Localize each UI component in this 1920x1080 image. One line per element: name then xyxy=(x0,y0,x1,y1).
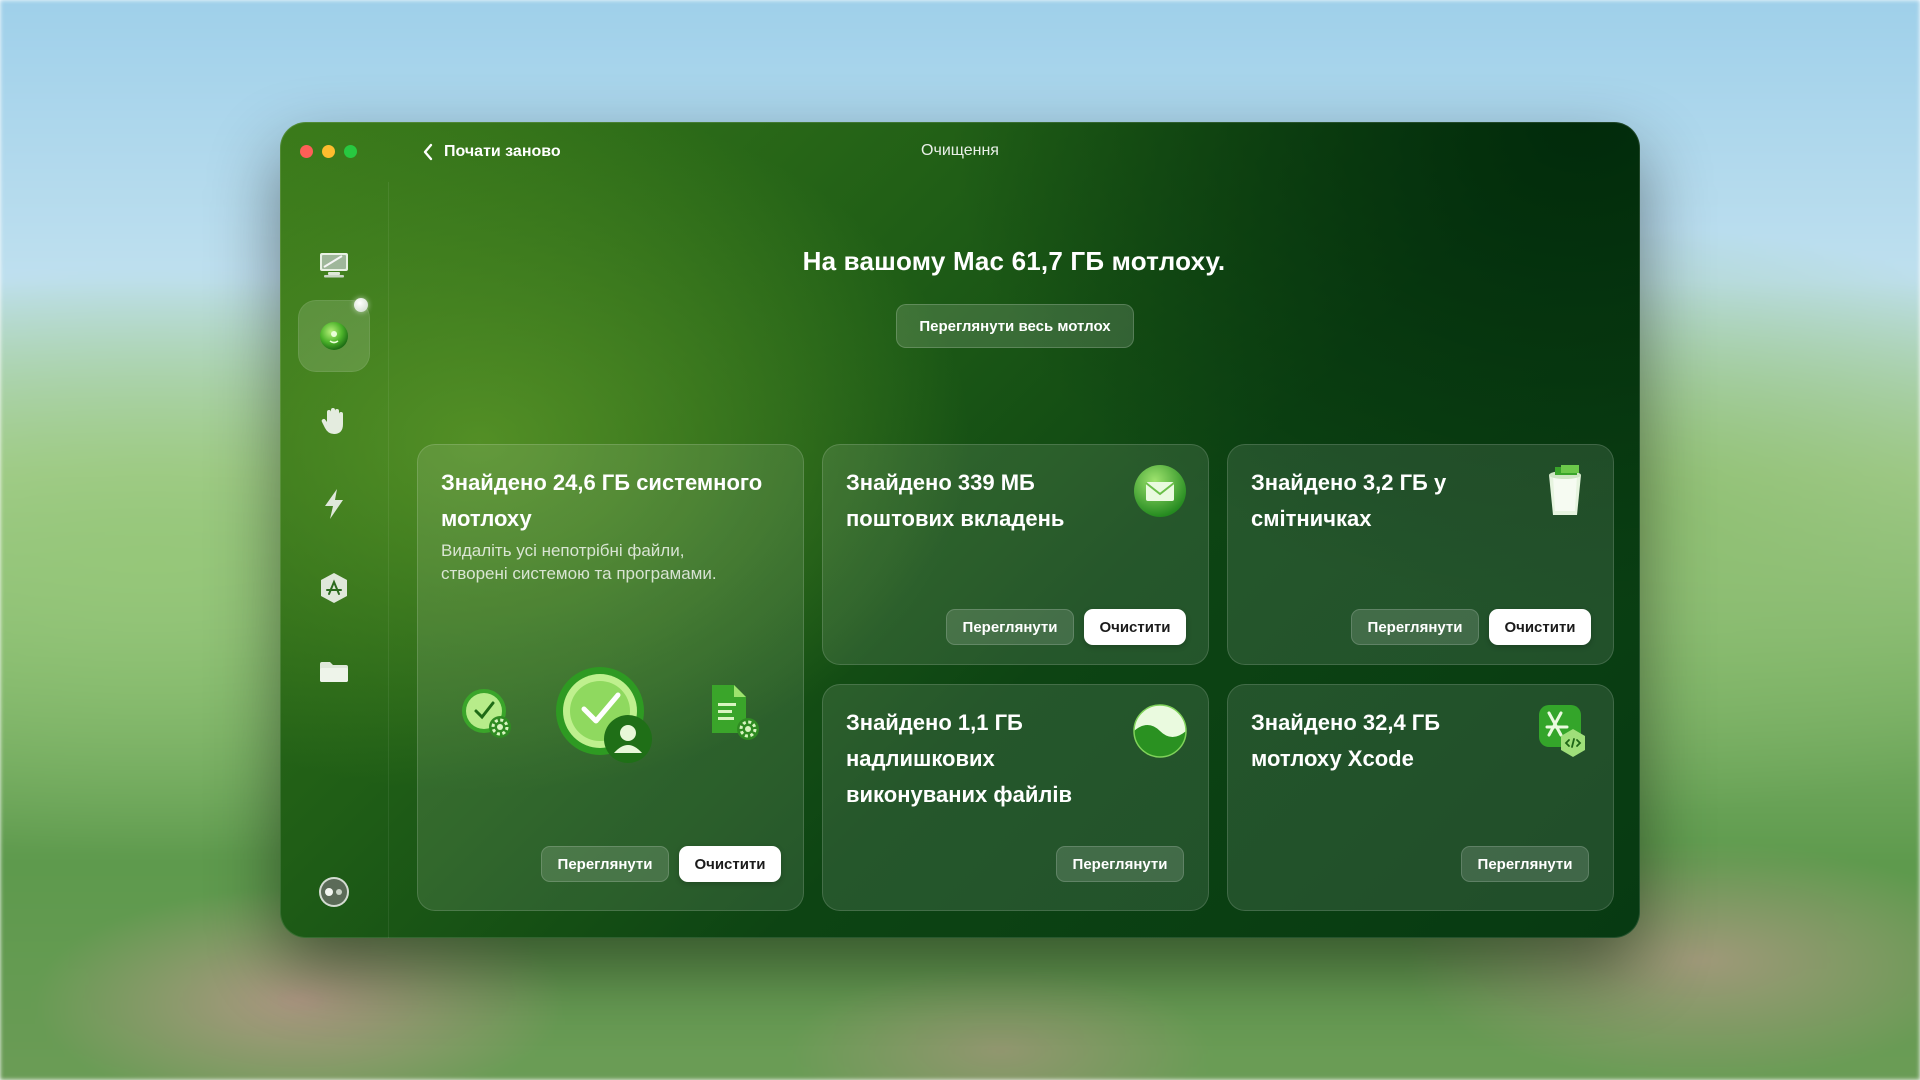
folder-icon xyxy=(320,662,348,682)
sidebar-item-performance[interactable] xyxy=(298,468,370,540)
review-all-junk-button[interactable]: Переглянути весь мотлох xyxy=(896,304,1134,348)
card-title: Знайдено 339 МБ поштових вкладень xyxy=(846,465,1064,537)
document-gear-icon xyxy=(712,685,759,740)
card-title: Знайдено 24,6 ГБ системного мотлоху xyxy=(441,465,762,537)
lightning-icon xyxy=(325,489,343,519)
hand-icon xyxy=(321,408,343,434)
card-title-line: Знайдено 32,4 ГБ xyxy=(1251,710,1441,735)
card-title-line: Знайдено 339 МБ xyxy=(846,470,1035,495)
card-title-line: мотлоху xyxy=(441,506,532,531)
card-description: Видаліть усі непотрібні файли, створені … xyxy=(441,539,717,585)
green-orb-icon xyxy=(320,322,348,350)
card-universal-binaries: Знайдено 1,1 ГБ надлишкових виконуваних … xyxy=(822,684,1209,911)
card-title-line: мотлоху Xcode xyxy=(1251,746,1414,771)
active-indicator-dot xyxy=(354,298,368,312)
card-title-line: Знайдено 24,6 ГБ системного xyxy=(441,470,763,495)
title-bar: Почати заново Очищення xyxy=(280,122,1640,182)
app-store-icon xyxy=(321,573,347,603)
card-title-line: надлишкових xyxy=(846,746,995,771)
clean-trash-bins-button[interactable]: Очистити xyxy=(1489,609,1591,645)
assistant-dots-icon xyxy=(319,877,349,907)
clock-user-icon xyxy=(556,667,652,763)
card-trash-bins: Знайдено 3,2 ГБ у смітничках Переглянути… xyxy=(1227,444,1614,665)
sidebar-item-cleanup[interactable] xyxy=(298,298,370,372)
review-xcode-junk-button[interactable]: Переглянути xyxy=(1461,846,1589,882)
card-title-line: поштових вкладень xyxy=(846,506,1065,531)
review-system-junk-button[interactable]: Переглянути xyxy=(541,846,669,882)
card-description-line: Видаліть усі непотрібні файли, xyxy=(441,541,685,560)
sidebar xyxy=(280,182,389,938)
card-system-junk: Знайдено 24,6 ГБ системного мотлоху Вида… xyxy=(417,444,804,911)
app-window: Почати заново Очищення На вашому Mac 61,… xyxy=(280,122,1640,938)
review-mail-attachments-button[interactable]: Переглянути xyxy=(946,609,1074,645)
binary-orb-icon xyxy=(1133,704,1187,758)
card-title-line: Знайдено 1,1 ГБ xyxy=(846,710,1023,735)
card-title: Знайдено 1,1 ГБ надлишкових виконуваних … xyxy=(846,705,1072,813)
card-mail-attachments: Знайдено 339 МБ поштових вкладень Перегл… xyxy=(822,444,1209,665)
card-title: Знайдено 32,4 ГБ мотлоху Xcode xyxy=(1251,705,1440,777)
xcode-icon xyxy=(1539,705,1585,757)
sidebar-item-assistant[interactable] xyxy=(298,856,370,928)
review-universal-binaries-button[interactable]: Переглянути xyxy=(1056,846,1184,882)
clean-system-junk-button[interactable]: Очистити xyxy=(679,846,781,882)
review-trash-bins-button[interactable]: Переглянути xyxy=(1351,609,1479,645)
sidebar-item-protection[interactable] xyxy=(298,384,370,456)
monitor-sweep-icon xyxy=(320,253,348,278)
card-title-line: виконуваних файлів xyxy=(846,782,1072,807)
sidebar-item-my-clutter[interactable] xyxy=(298,636,370,708)
trash-bin-icon xyxy=(1549,465,1581,515)
mail-icon xyxy=(1134,465,1186,517)
card-title: Знайдено 3,2 ГБ у смітничках xyxy=(1251,465,1446,537)
clean-mail-attachments-button[interactable]: Очистити xyxy=(1084,609,1186,645)
clock-gear-icon xyxy=(462,689,511,738)
card-xcode-junk: Знайдено 32,4 ГБ мотлоху Xcode Перегляну… xyxy=(1227,684,1614,911)
card-title-line: Знайдено 3,2 ГБ у xyxy=(1251,470,1447,495)
card-title-line: смітничках xyxy=(1251,506,1372,531)
card-description-line: створені системою та програмами. xyxy=(441,564,717,583)
window-title: Очищення xyxy=(921,142,999,159)
sidebar-item-system-junk[interactable] xyxy=(298,229,370,301)
sidebar-item-applications[interactable] xyxy=(298,552,370,624)
junk-total-headline: На вашому Mac 61,7 ГБ мотлоху. xyxy=(802,246,1226,276)
